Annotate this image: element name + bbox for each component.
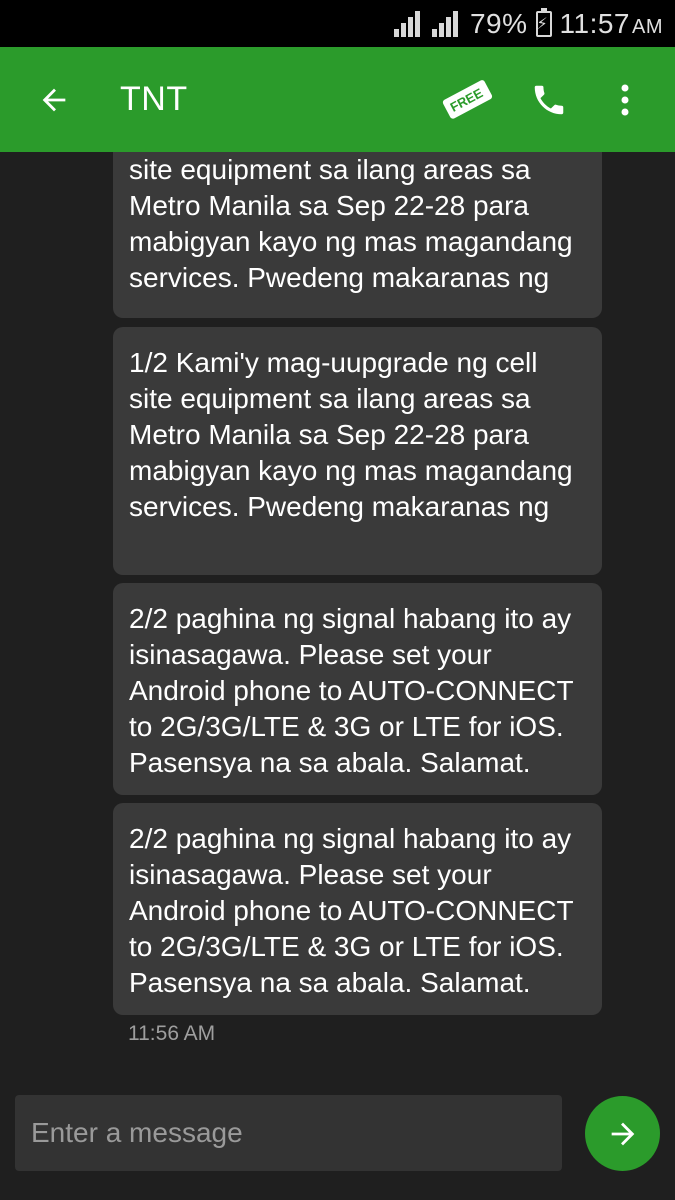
battery-percent: 79%	[469, 7, 528, 39]
contact-name: TNT	[120, 80, 188, 118]
message-text: 1/2 Kami'y mag-uupgrade ng cell site equ…	[129, 347, 573, 522]
message-bubble[interactable]: 2/2 paghina ng signal habang ito ay isin…	[113, 803, 602, 1015]
clock-ampm: AM	[632, 15, 663, 38]
free-tag-label: FREE	[447, 85, 485, 115]
signal-strength-icon	[393, 9, 424, 39]
more-vert-icon	[621, 84, 629, 115]
conversation-header: TNT FREE	[0, 47, 675, 152]
arrow-left-icon	[42, 88, 66, 111]
phone-icon	[534, 85, 564, 114]
more-options-button[interactable]	[601, 70, 649, 130]
battery-charging-icon	[535, 7, 552, 37]
message-bubble[interactable]: site equipment sa ilang areas sa Metro M…	[113, 152, 602, 318]
back-button[interactable]	[24, 70, 84, 130]
free-tag-button[interactable]: FREE	[437, 70, 497, 130]
signal-strength-icon-2	[431, 9, 462, 39]
status-bar: 79% 11:57AM	[0, 0, 675, 47]
message-text: 2/2 paghina ng signal habang ito ay isin…	[129, 603, 574, 778]
composer	[15, 1095, 562, 1171]
header-actions: FREE	[437, 70, 675, 130]
call-button[interactable]	[525, 70, 573, 130]
message-bubble[interactable]: 1/2 Kami'y mag-uupgrade ng cell site equ…	[113, 327, 602, 575]
send-button[interactable]	[585, 1096, 660, 1171]
message-input[interactable]	[15, 1095, 562, 1171]
message-text: 2/2 paghina ng signal habang ito ay isin…	[129, 823, 574, 998]
message-bubble[interactable]: 2/2 paghina ng signal habang ito ay isin…	[113, 583, 602, 795]
clock-time: 11:57	[559, 7, 630, 39]
message-text: site equipment sa ilang areas sa Metro M…	[129, 154, 573, 293]
message-list[interactable]: site equipment sa ilang areas sa Metro M…	[0, 152, 675, 1070]
free-tag-icon: FREE	[441, 79, 493, 120]
arrow-right-icon	[611, 1122, 634, 1145]
clock: 11:57 AM	[560, 8, 664, 40]
message-timestamp: 11:56 AM	[128, 1022, 216, 1045]
